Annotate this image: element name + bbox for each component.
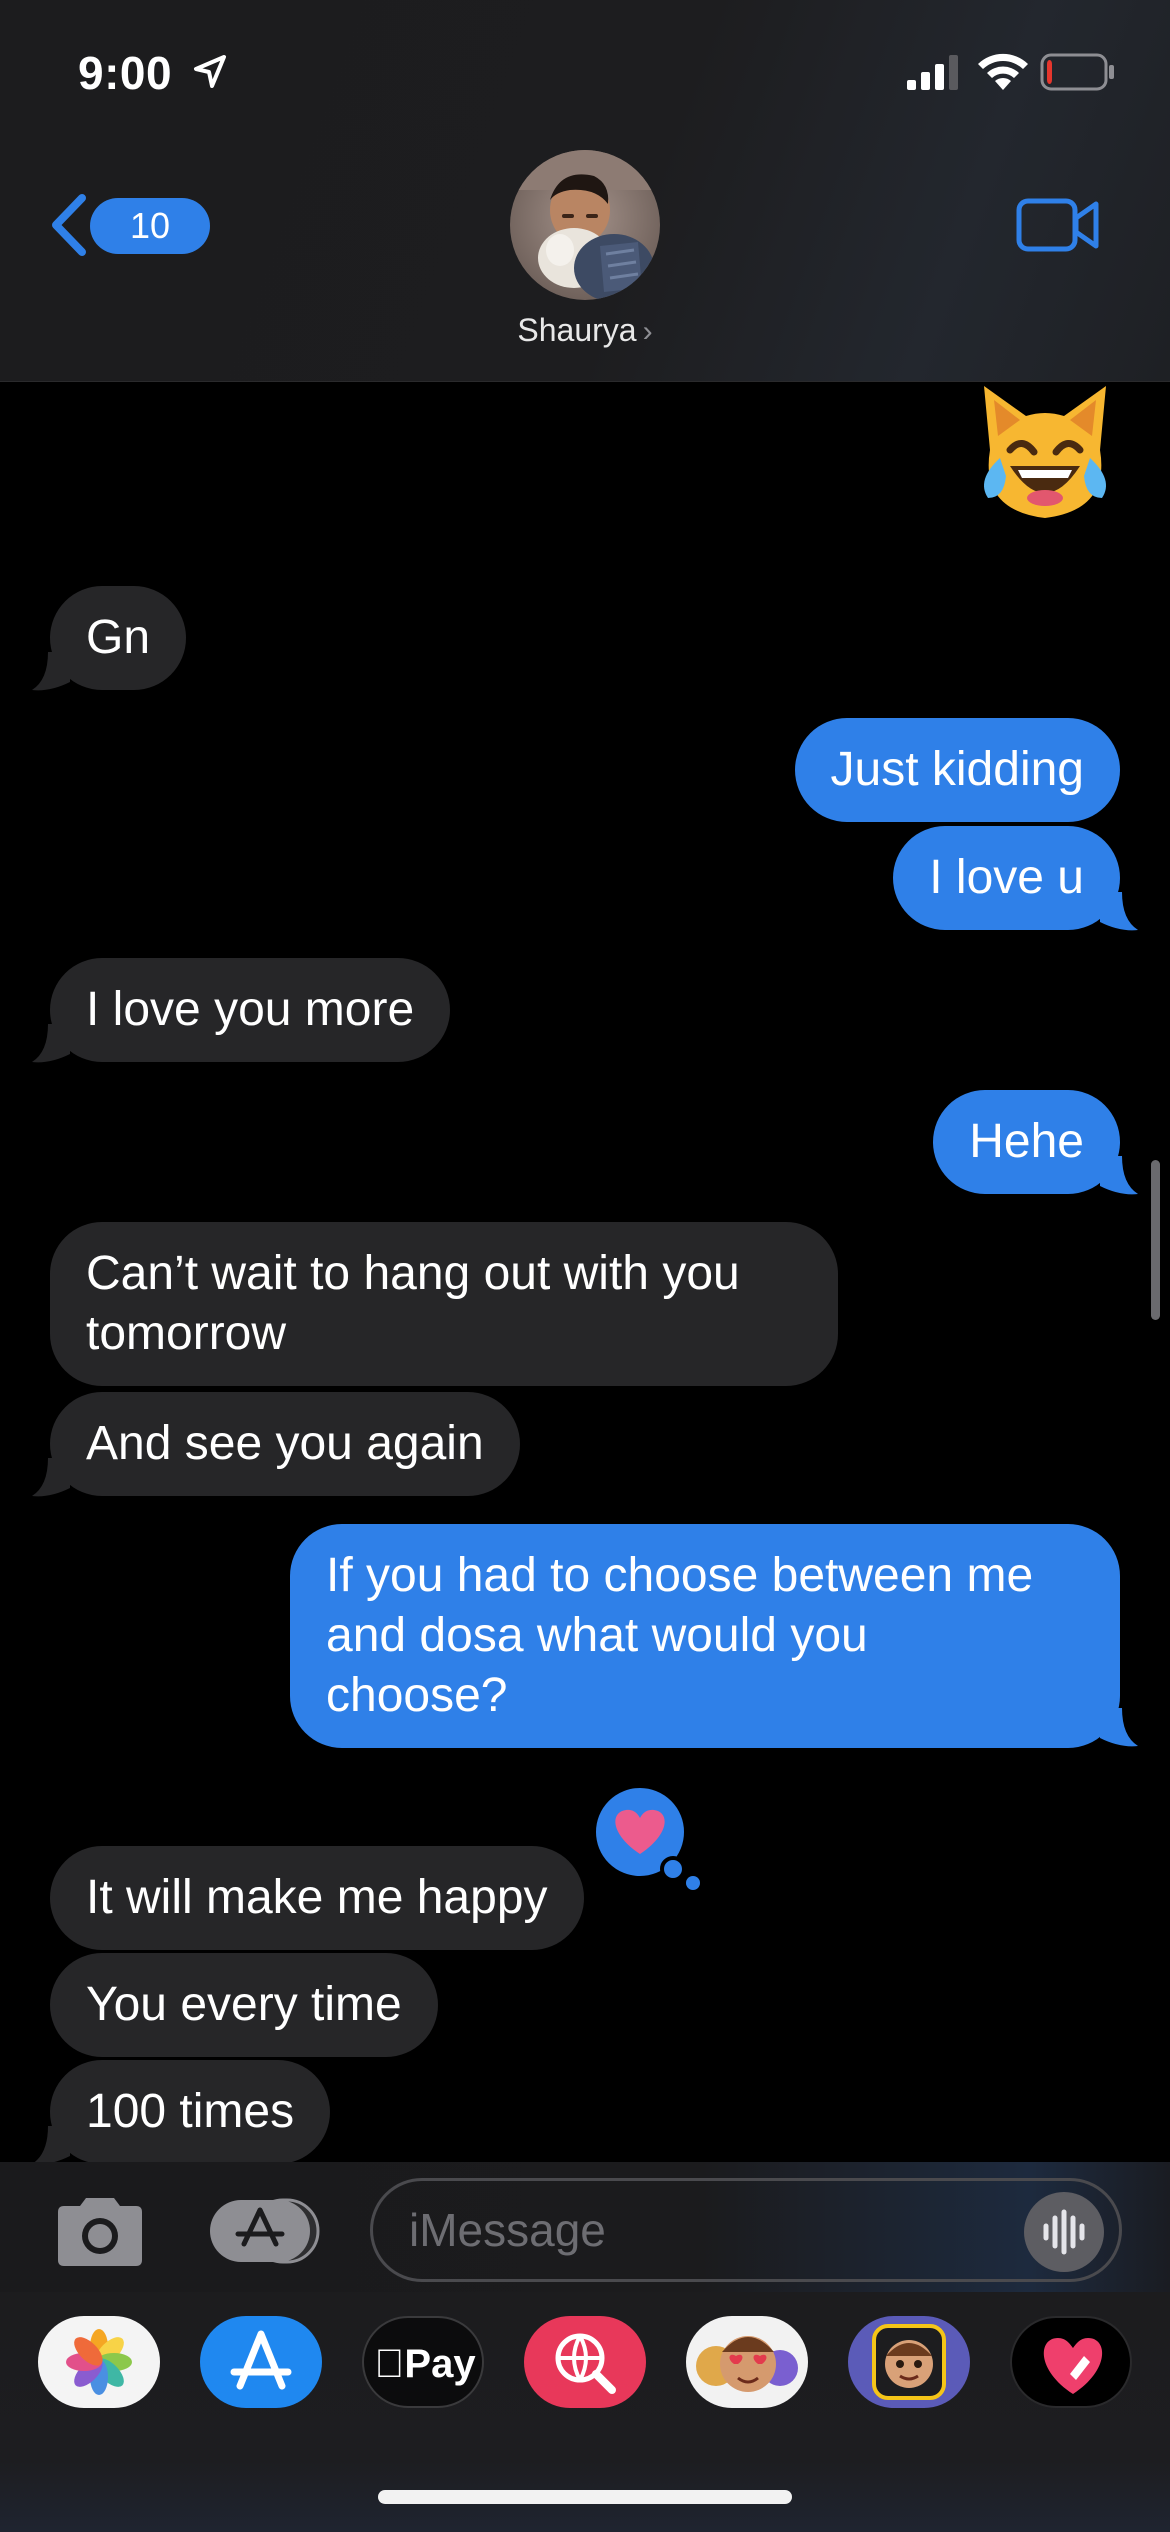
outgoing-message[interactable]: Hehe — [933, 1090, 1120, 1194]
digital-touch-app-icon[interactable] — [1010, 2316, 1132, 2408]
chevron-right-icon: › — [642, 315, 653, 348]
memoji-heart-eyes-icon — [696, 2336, 798, 2392]
photos-flower-icon — [66, 2329, 132, 2395]
outgoing-message[interactable]: I love u — [893, 826, 1120, 930]
incoming-message[interactable]: Gn — [50, 586, 187, 690]
app-store-a-icon — [230, 2330, 292, 2390]
outgoing-message[interactable]: Just kidding — [794, 718, 1120, 822]
globe-search-icon — [555, 2333, 616, 2394]
bubble-tail — [32, 1024, 70, 1063]
location-arrow-icon — [194, 55, 226, 88]
apple-logo-icon:  — [374, 2342, 404, 2386]
apple-pay-label: Pay — [364, 2318, 482, 2406]
bubble-tail — [1100, 1708, 1138, 1747]
battery-icon — [1040, 53, 1114, 91]
incoming-message[interactable]: You every time — [50, 1953, 438, 2057]
bubble-tail — [32, 2126, 70, 2165]
app-store-apps-icon[interactable] — [208, 2198, 320, 2264]
heart-touch-icon — [1043, 2338, 1103, 2394]
imessage-input[interactable] — [370, 2178, 1122, 2282]
status-time: 9:00 — [78, 47, 173, 99]
image-search-app-icon[interactable] — [524, 2316, 646, 2408]
memoji-face-icon — [872, 2324, 946, 2400]
contact-name-button[interactable]: Shaurya › — [0, 312, 1170, 349]
apple-pay-app-icon[interactable]: Pay — [362, 2316, 484, 2408]
tapback-tail — [686, 1876, 700, 1890]
conversation-header: 9:00 10 Shaurya › — [0, 0, 1170, 382]
waveform-icon — [1043, 2209, 1085, 2255]
cat-tears-of-joy-emoji — [984, 386, 1106, 518]
animoji-app-icon[interactable] — [686, 2316, 808, 2408]
wifi-icon — [978, 53, 1028, 90]
contact-avatar[interactable] — [510, 150, 660, 300]
incoming-message[interactable]: I love you more — [50, 958, 451, 1062]
bubble-tail — [32, 1458, 70, 1497]
incoming-message[interactable]: And see you again — [50, 1392, 520, 1496]
dictation-button[interactable] — [1024, 2192, 1104, 2272]
outgoing-message[interactable]: If you had to choose between me and dosa… — [290, 1524, 1120, 1748]
home-indicator[interactable] — [378, 2490, 792, 2504]
facetime-video-icon[interactable] — [1016, 196, 1100, 254]
avatar-photo — [510, 150, 660, 300]
incoming-message[interactable]: Can’t wait to hang out with you tomorrow — [50, 1222, 838, 1386]
incoming-message[interactable]: It will make me happy — [50, 1846, 584, 1950]
cellular-signal-icon — [907, 55, 958, 90]
photos-app-icon[interactable] — [38, 2316, 160, 2408]
back-button[interactable]: 10 — [46, 188, 210, 262]
compose-bar — [0, 2162, 1170, 2292]
memoji-stickers-app-icon[interactable] — [848, 2316, 970, 2408]
unread-count-badge: 10 — [90, 198, 210, 254]
camera-icon[interactable] — [52, 2192, 148, 2270]
bubble-tail — [32, 652, 70, 691]
app-store-app-icon[interactable] — [200, 2316, 322, 2408]
scroll-indicator[interactable] — [1151, 1160, 1160, 1320]
tapback-tail — [660, 1856, 686, 1882]
bubble-tail — [1100, 892, 1138, 931]
bubble-tail — [1100, 1156, 1138, 1195]
contact-name: Shaurya — [517, 312, 637, 348]
chevron-left-icon — [52, 194, 86, 256]
incoming-message[interactable]: 100 times — [50, 2060, 331, 2164]
